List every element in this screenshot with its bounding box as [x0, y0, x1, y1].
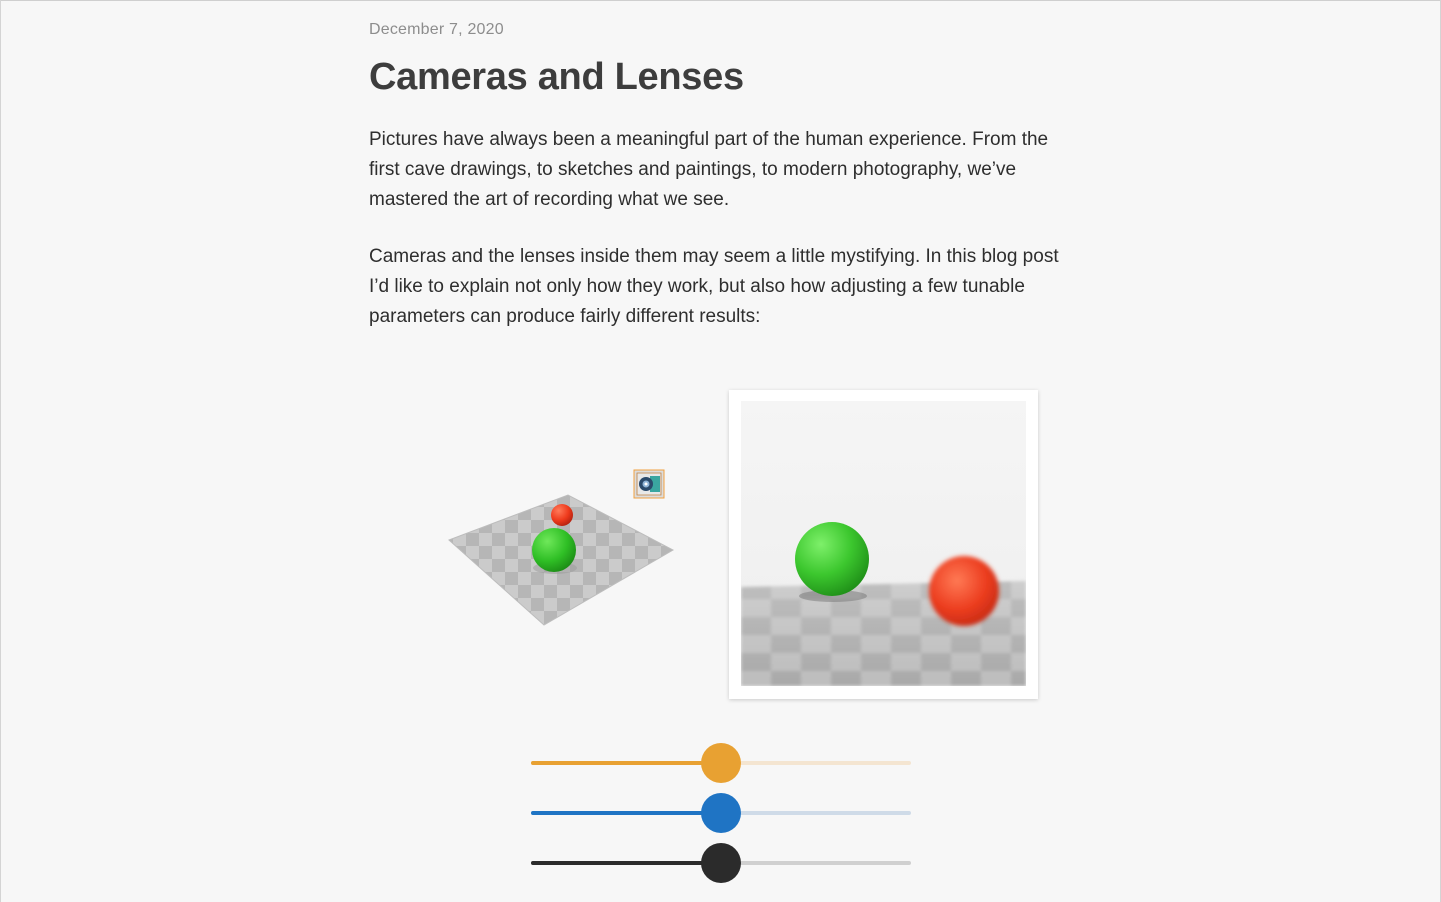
intro-paragraph: Pictures have always been a meaningful p…	[369, 129, 1049, 210]
blue-slider-thumb[interactable]	[701, 793, 741, 833]
render-red-sphere	[929, 556, 999, 626]
black-slider-thumb[interactable]	[701, 843, 741, 883]
orange-slider[interactable]	[531, 743, 911, 783]
camera-icon[interactable]	[633, 469, 665, 499]
red-sphere	[551, 504, 573, 526]
green-sphere	[532, 528, 576, 572]
scene-overview[interactable]	[440, 455, 680, 630]
post-date: December 7, 2020	[369, 21, 504, 38]
render-green-sphere	[795, 522, 869, 596]
black-slider-fill	[531, 861, 721, 865]
camera-render-graphic	[741, 401, 1026, 686]
black-slider[interactable]	[531, 843, 911, 883]
camera-render-card	[729, 390, 1038, 699]
scene-overview-graphic	[448, 469, 675, 626]
camera-render-view	[741, 401, 1026, 686]
window-border-top	[0, 0, 1441, 1]
orange-slider-thumb[interactable]	[701, 743, 741, 783]
second-paragraph: Cameras and the lenses inside them may s…	[369, 246, 1059, 327]
window-border-left	[0, 0, 1, 902]
blue-slider-fill	[531, 811, 721, 815]
post-title: Cameras and Lenses	[369, 56, 744, 98]
orange-slider-fill	[531, 761, 721, 765]
blue-slider[interactable]	[531, 793, 911, 833]
